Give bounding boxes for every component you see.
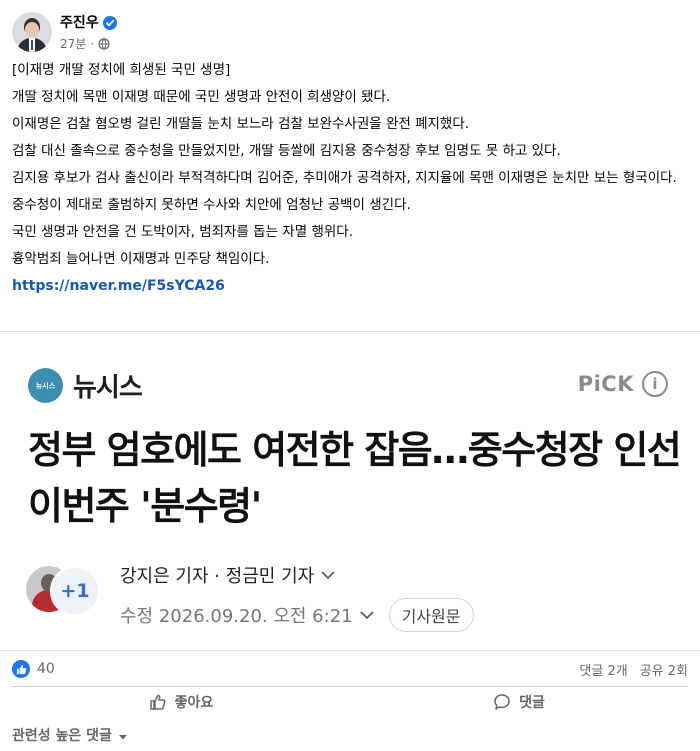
caret-down-icon xyxy=(118,730,128,740)
globe-icon xyxy=(98,37,110,50)
publisher-logo: 뉴시스 뉴시스 xyxy=(28,367,143,404)
post-time[interactable]: 27분 xyxy=(60,35,86,52)
post-paragraph: 중수청이 제대로 출범하지 못하면 수사와 치안에 엄청난 공백이 생긴다. xyxy=(12,197,411,213)
post-link[interactable]: https://naver.me/F5sYCA26 xyxy=(12,276,688,296)
like-icon[interactable] xyxy=(12,660,30,678)
article-date: 수정 2026.09.20. 오전 6:21 xyxy=(120,606,353,627)
more-reporters-badge: +1 xyxy=(50,566,100,616)
comment-count[interactable]: 댓글 2개 xyxy=(579,660,627,679)
post-paragraph: 김지용 후보가 검사 출신이라 부적격하다며 김어준, 추미애가 공격하자, 지… xyxy=(12,170,677,186)
comments-sort-label: 관련성 높은 댓글 xyxy=(12,728,112,744)
comment-button-label: 댓글 xyxy=(519,695,545,711)
post-body: [이재명 개딸 정치에 희생된 국민 생명] 개딸 정치에 목맨 이재명 때문에… xyxy=(12,60,688,296)
action-bar: 좋아요 댓글 xyxy=(12,687,688,717)
comment-icon xyxy=(493,693,511,711)
like-button-label: 좋아요 xyxy=(174,695,214,711)
like-count[interactable]: 40 xyxy=(37,661,55,677)
reaction-summary: 40 댓글 2개 공유 2회 xyxy=(12,659,688,679)
post-paragraph: 이재명은 검찰 혐오병 걸린 개딸들 눈치 보느라 검찰 보완수사권을 완전 폐… xyxy=(12,116,470,132)
author-name[interactable]: 주진우 xyxy=(60,12,99,32)
comments-sort-dropdown[interactable]: 관련성 높은 댓글 xyxy=(12,725,128,745)
meta-dot: · xyxy=(90,36,95,51)
like-outline-icon xyxy=(149,693,167,711)
reporter-row: +1 강지은 기자 · 정금민 기자 수정 2026.09.20. 오전 6:2… xyxy=(26,562,474,632)
publisher-logo-badge: 뉴시스 xyxy=(28,368,63,403)
author-avatar[interactable] xyxy=(12,12,52,52)
info-icon[interactable]: i xyxy=(642,371,668,397)
publisher-name: 뉴시스 xyxy=(73,373,143,403)
like-button[interactable]: 좋아요 xyxy=(12,687,350,717)
author-block: 주진우 27분 · xyxy=(60,12,117,52)
divider xyxy=(0,650,700,651)
post-paragraph: 개딸 정치에 목맨 이재명 때문에 국민 생명과 안전이 희생양이 됐다. xyxy=(12,89,391,105)
reporter-names[interactable]: 강지은 기자 · 정금민 기자 xyxy=(120,562,314,588)
post-paragraph: 흉악범죄 늘어나면 이재명과 민주당 책임이다. xyxy=(12,251,270,267)
verified-icon xyxy=(102,15,117,30)
chevron-down-icon[interactable] xyxy=(359,607,375,623)
reporter-avatars[interactable]: +1 xyxy=(26,562,100,618)
post-paragraph: 검찰 대신 졸속으로 중수청을 만들었지만, 개딸 등쌀에 김지용 중수청장 후… xyxy=(12,143,561,159)
pick-label: PiCK xyxy=(577,372,634,396)
post-paragraph: [이재명 개딸 정치에 희생된 국민 생명] xyxy=(12,62,231,78)
share-count[interactable]: 공유 2회 xyxy=(640,660,688,679)
pick-badge: PiCK i xyxy=(578,371,668,397)
post-header: 주진우 27분 · xyxy=(12,10,117,54)
news-headline[interactable]: 정부 엄호에도 여전한 잡음…중수청장 인선 이번주 '분수령' xyxy=(28,422,688,534)
original-article-button[interactable]: 기사원문 xyxy=(388,598,474,632)
chevron-down-icon[interactable] xyxy=(320,567,336,583)
news-link-preview[interactable]: 뉴시스 뉴시스 PiCK i 정부 엄호에도 여전한 잡음…중수청장 인선 이번… xyxy=(0,332,700,650)
comment-button[interactable]: 댓글 xyxy=(350,687,688,717)
post-paragraph: 국민 생명과 안전을 건 도박이자, 범죄자를 돕는 자멸 행위다. xyxy=(12,224,353,240)
